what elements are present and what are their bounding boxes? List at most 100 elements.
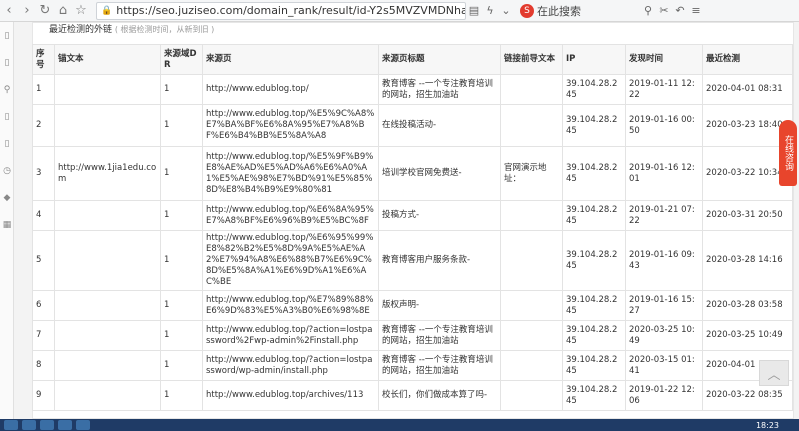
- cell-col-lead-text: [500, 380, 563, 411]
- flash-icon[interactable]: ϟ: [482, 2, 498, 20]
- cell-col-dr: 1: [160, 380, 203, 411]
- left-sidebar: ▯ ▯ ⚲ ▯ ▯ ◷ ◆ ▦: [0, 22, 14, 422]
- cell-col-source-title: 教育博客用户服务条款-: [378, 230, 501, 291]
- online-consult-button[interactable]: 在线咨询: [779, 120, 797, 186]
- cell-col-ip: 39.104.28.245: [562, 200, 626, 231]
- taskbar-app-icon[interactable]: [76, 420, 90, 430]
- taskbar-app-icon[interactable]: [58, 420, 72, 430]
- cell-col-lead-text: [500, 320, 563, 351]
- cell-col-lead-text: [500, 290, 563, 321]
- reader-icon[interactable]: ▤: [466, 2, 482, 20]
- cell-col-index: 6: [32, 290, 55, 321]
- home-icon[interactable]: ⌂: [54, 2, 72, 20]
- cell-col-source-title: 版权声明-: [378, 290, 501, 321]
- search-box[interactable]: S 在此搜索: [520, 2, 640, 20]
- cell-col-source-page[interactable]: http://www.edublog.top/: [202, 74, 379, 105]
- search-icon[interactable]: ⚲: [640, 2, 656, 20]
- cell-col-found: 2019-01-22 12:06: [625, 380, 703, 411]
- section-hint: ( 根据检测时间，从新到旧 ): [114, 25, 215, 34]
- table-row: 7 1 http://www.edublog.top/?action=lostpas…: [32, 320, 793, 351]
- header-col-source-title: 来源页标题: [378, 44, 501, 75]
- browser-toolbar: ‹ › ↻ ⌂ ☆ 🔒 https://seo.juziseo.com/doma…: [0, 0, 799, 22]
- header-col-found: 发现时间: [625, 44, 703, 75]
- cell-col-ip: 39.104.28.245: [562, 350, 626, 381]
- dropdown-icon[interactable]: ⌄: [498, 2, 514, 20]
- cell-col-checked: 2020-03-31 20:50: [702, 200, 793, 231]
- cell-col-source-title: 教育博客 --一个专注教育培训的网站，招生加油站: [378, 74, 501, 105]
- sidebar-copy-icon[interactable]: ▯: [0, 130, 14, 157]
- taskbar-app-icon[interactable]: [40, 420, 54, 430]
- cell-col-source-page[interactable]: http://www.edublog.top/%E5%9C%A8%E7%BA%B…: [202, 104, 379, 147]
- cell-col-source-page[interactable]: http://www.edublog.top/%E6%95%99%E8%82%B…: [202, 230, 379, 291]
- chevron-up-icon: ︿: [767, 367, 781, 383]
- cell-col-source-page[interactable]: http://www.edublog.top/%E5%9F%B9%E8%AE%A…: [202, 146, 379, 201]
- cell-col-lead-text: [500, 200, 563, 231]
- address-bar-url[interactable]: https://seo.juziseo.com/domain_rank/resu…: [116, 4, 465, 17]
- cell-col-anchor[interactable]: [54, 74, 161, 105]
- cell-col-dr: 1: [160, 74, 203, 105]
- cell-col-index: 8: [32, 350, 55, 381]
- header-col-checked: 最近检测: [702, 44, 793, 75]
- menu-icon[interactable]: ≡: [688, 2, 704, 20]
- cell-col-source-page[interactable]: http://www.edublog.top/?action=lostpassw…: [202, 320, 379, 351]
- sidebar-app-icon[interactable]: ◆: [0, 184, 14, 211]
- header-col-anchor: 锚文本: [54, 44, 161, 75]
- table-row: 6 1 http://www.edublog.top/%E7%89%88%E6%9D…: [32, 290, 793, 321]
- cell-col-source-page[interactable]: http://www.edublog.top/?action=lostpassw…: [202, 350, 379, 381]
- table-row: 1 1 http://www.edublog.top/教育博客 --一个专注教育培训…: [32, 74, 793, 105]
- cell-col-index: 1: [32, 74, 55, 105]
- cell-col-ip: 39.104.28.245: [562, 230, 626, 291]
- cell-col-index: 9: [32, 380, 55, 411]
- header-col-source-page: 来源页: [202, 44, 379, 75]
- cell-col-anchor[interactable]: [54, 104, 161, 147]
- cell-col-ip: 39.104.28.245: [562, 104, 626, 147]
- address-bar[interactable]: 🔒 https://seo.juziseo.com/domain_rank/re…: [96, 1, 466, 20]
- refresh-icon[interactable]: ↻: [36, 2, 54, 20]
- cell-col-dr: 1: [160, 320, 203, 351]
- section-title: 最近检测的外链: [49, 25, 113, 35]
- backlink-table-container: 序号 锚文本 来源域DR 来源页 来源页标题 链接前导文本 IP 发现时间 最近检测 1 1 htt…: [32, 44, 793, 411]
- cell-col-found: 2020-03-25 10:49: [625, 320, 703, 351]
- sidebar-doc-icon[interactable]: ▯: [0, 22, 14, 49]
- cell-col-ip: 39.104.28.245: [562, 290, 626, 321]
- consult-label[interactable]: 在线咨询: [783, 135, 793, 171]
- sidebar-history-icon[interactable]: ◷: [0, 157, 14, 184]
- cell-col-found: 2019-01-16 15:27: [625, 290, 703, 321]
- cell-col-anchor[interactable]: [54, 290, 161, 321]
- cell-col-source-title: 投稿方式-: [378, 200, 501, 231]
- cell-col-dr: 1: [160, 146, 203, 201]
- cell-col-ip: 39.104.28.245: [562, 74, 626, 105]
- cell-col-anchor[interactable]: [54, 230, 161, 291]
- taskbar-app-icon[interactable]: [22, 420, 36, 430]
- back-to-top-button[interactable]: ︿: [759, 360, 789, 386]
- start-icon[interactable]: [4, 420, 18, 430]
- cell-col-source-title: 在线投稿活动-: [378, 104, 501, 147]
- bookmark-star-icon[interactable]: ☆: [72, 2, 90, 20]
- forward-icon[interactable]: ›: [18, 2, 36, 20]
- cell-col-index: 7: [32, 320, 55, 351]
- cell-col-anchor[interactable]: [54, 320, 161, 351]
- cell-col-ip: 39.104.28.245: [562, 380, 626, 411]
- sidebar-note-icon[interactable]: ▯: [0, 103, 14, 130]
- search-placeholder[interactable]: 在此搜索: [537, 3, 581, 19]
- cell-col-dr: 1: [160, 200, 203, 231]
- back-icon[interactable]: ‹: [0, 2, 18, 20]
- cell-col-source-page[interactable]: http://www.edublog.top/%E6%8A%95%E7%A8%B…: [202, 200, 379, 231]
- cell-col-source-page[interactable]: http://www.edublog.top/%E7%89%88%E6%9D%8…: [202, 290, 379, 321]
- cell-col-anchor[interactable]: http://www.1jia1edu.com: [54, 146, 161, 201]
- undo-icon[interactable]: ↶: [672, 2, 688, 20]
- page-content: 最近检测的外链 ( 根据检测时间，从新到旧 ) 序号 锚文本 来源域DR 来源页 来源页…: [14, 22, 799, 419]
- cell-col-anchor[interactable]: [54, 200, 161, 231]
- sidebar-grid-icon[interactable]: ▦: [0, 211, 14, 238]
- sidebar-bookmark-icon[interactable]: ▯: [0, 49, 14, 76]
- cell-col-lead-text: 官网演示地址：: [500, 146, 563, 201]
- cell-col-source-title: 培训学校官网免费送-: [378, 146, 501, 201]
- header-col-index: 序号: [32, 44, 55, 75]
- cell-col-anchor[interactable]: [54, 380, 161, 411]
- cell-col-anchor[interactable]: [54, 350, 161, 381]
- sidebar-search-icon[interactable]: ⚲: [0, 76, 14, 103]
- cell-col-index: 3: [32, 146, 55, 201]
- lock-icon: 🔒: [101, 5, 113, 16]
- cell-col-source-page[interactable]: http://www.edublog.top/archives/113: [202, 380, 379, 411]
- scissors-icon[interactable]: ✂: [656, 2, 672, 20]
